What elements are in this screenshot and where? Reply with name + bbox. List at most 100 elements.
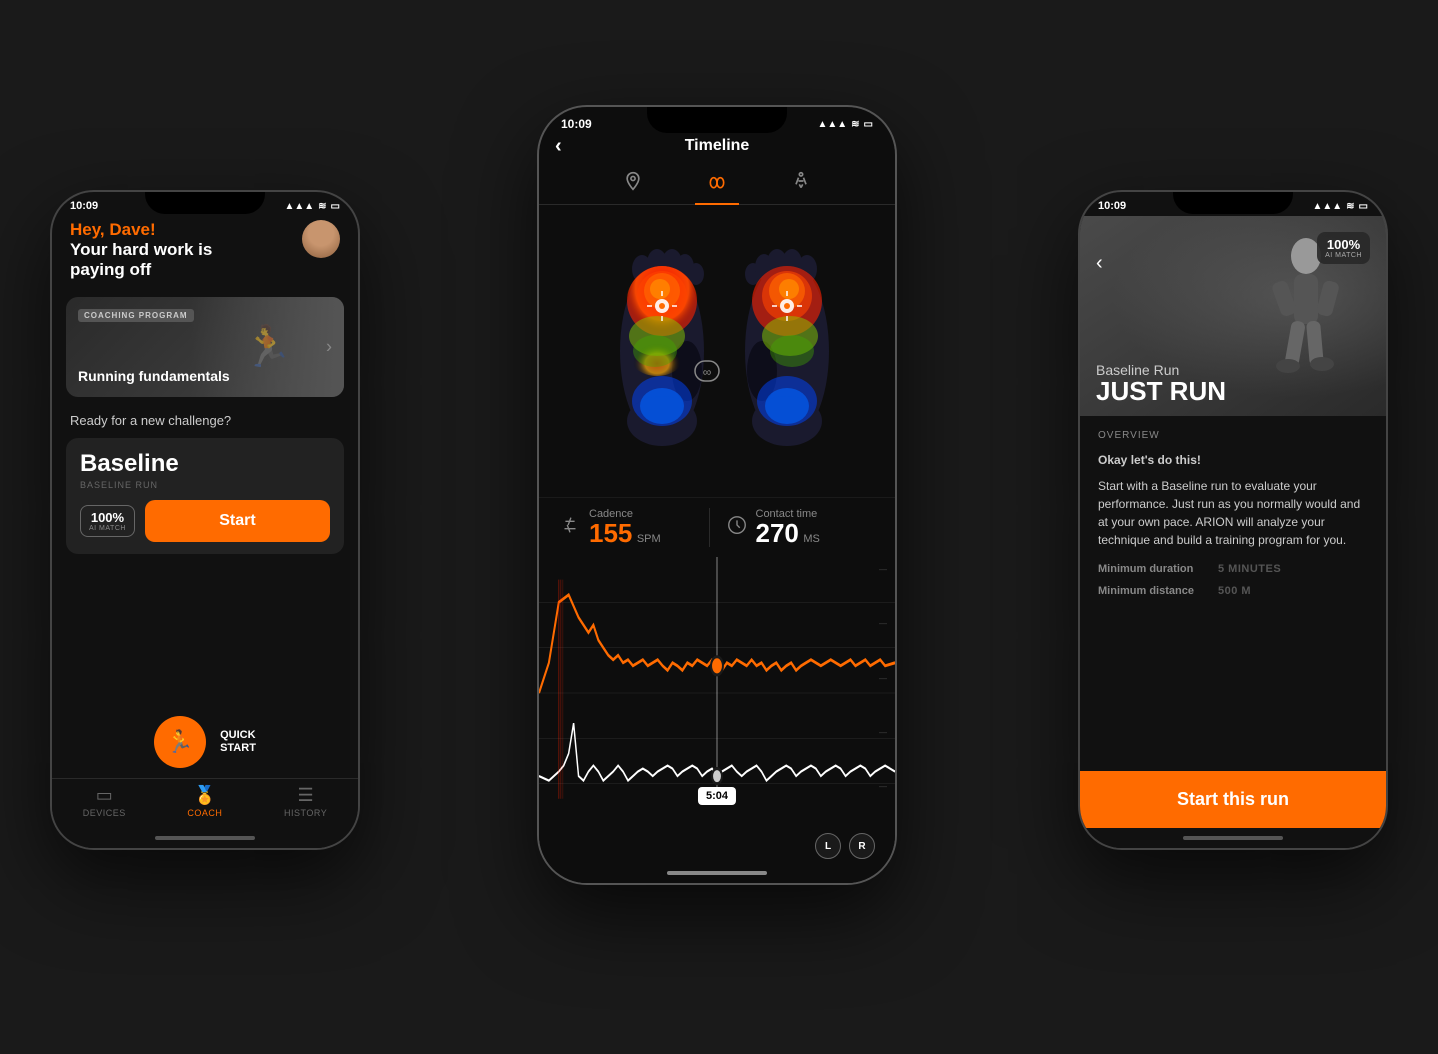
battery-icon: ▭ <box>331 201 340 212</box>
contact-time-icon <box>726 514 748 541</box>
greeting-hey: Hey, Dave! <box>70 220 212 240</box>
min-distance-row: Minimum distance 500 M <box>1098 585 1368 597</box>
wifi-icon-r: ≋ <box>1346 201 1354 212</box>
quick-start-section: 🏃 QUICK START <box>52 716 358 768</box>
cadence-unit: SPM <box>637 533 661 545</box>
cadence-metric: Cadence 155 SPM <box>559 508 709 547</box>
cadence-icon <box>559 514 581 541</box>
home-indicator-center <box>539 863 895 883</box>
tab-runner[interactable] <box>779 165 823 204</box>
chart-grid-ticks: — — — — — <box>879 557 887 799</box>
bottom-nav: ▭ DEVICES 🏅 COACH ☰ HISTORY <box>52 778 358 828</box>
quick-start-button[interactable]: 🏃 <box>154 716 206 768</box>
home-indicator-left <box>52 828 358 848</box>
notch-left <box>145 192 265 214</box>
baseline-title: Baseline <box>80 450 330 478</box>
home-bar-center <box>667 871 767 875</box>
phone-left: 10:09 ▲▲▲ ≋ ▭ Hey, Dave! Your hard work … <box>50 190 360 850</box>
ai-match-hero-label: AI MATCH <box>1325 252 1362 259</box>
ai-match-hero-pct: 100% <box>1325 237 1362 252</box>
overview-section: OVERVIEW Okay let's do this! Start with … <box>1080 416 1386 771</box>
baseline-sub: BASELINE RUN <box>80 480 330 490</box>
hero-text: Baseline Run JUST RUN <box>1096 362 1226 404</box>
baseline-actions: 100% AI MATCH Start <box>80 500 330 542</box>
signal-icon: ▲▲▲ <box>284 201 314 212</box>
coach-icon: 🏅 <box>194 785 216 806</box>
chart-area: — — — — — 5:04 <box>539 557 895 829</box>
status-icons-center: ▲▲▲ ≋ ▭ <box>817 119 873 130</box>
ai-match-hero-badge: 100% AI MATCH <box>1317 232 1370 264</box>
nav-history-label: HISTORY <box>284 808 327 818</box>
status-icons-right: ▲▲▲ ≋ ▭ <box>1312 201 1368 212</box>
devices-icon: ▭ <box>96 785 113 806</box>
min-duration-row: Minimum duration 5 MINUTES <box>1098 563 1368 575</box>
runner-silhouette-icon: 🏃 <box>243 323 293 370</box>
chevron-right-icon: › <box>326 336 332 357</box>
tab-location[interactable] <box>611 165 655 204</box>
greeting-section: Hey, Dave! Your hard work is paying off <box>52 216 358 291</box>
history-icon: ☰ <box>298 785 314 806</box>
min-duration-label: Minimum duration <box>1098 563 1218 575</box>
status-icons-left: ▲▲▲ ≋ ▭ <box>284 201 340 212</box>
nav-coach[interactable]: 🏅 COACH <box>187 785 222 818</box>
phone-center: 10:09 ▲▲▲ ≋ ▭ ‹ Timeline <box>537 105 897 885</box>
signal-icon-r: ▲▲▲ <box>1312 201 1342 212</box>
nav-devices-label: DEVICES <box>83 808 126 818</box>
greeting-subtitle: Your hard work is paying off <box>70 240 212 281</box>
run-icon: 🏃 <box>166 729 193 755</box>
quick-start-label: QUICK START <box>220 729 256 755</box>
battery-icon-r: ▭ <box>1359 201 1368 212</box>
baseline-card: Baseline BASELINE RUN 100% AI MATCH Star… <box>66 438 344 554</box>
wifi-icon-c: ≋ <box>851 119 859 130</box>
overview-ok-text: Okay let's do this! Start with a Baselin… <box>1098 451 1368 549</box>
overview-label: OVERVIEW <box>1098 430 1368 441</box>
lr-indicators: L R <box>539 829 895 863</box>
start-run-button[interactable]: Start this run <box>1080 771 1386 828</box>
center-phone-content: 10:09 ▲▲▲ ≋ ▭ ‹ Timeline <box>539 107 895 883</box>
notch-right <box>1173 192 1293 214</box>
timeline-title: Timeline <box>685 137 750 154</box>
min-duration-value: 5 MINUTES <box>1218 563 1281 575</box>
home-bar-right <box>1183 836 1283 840</box>
hero-run-name: JUST RUN <box>1096 378 1226 404</box>
left-foot-indicator[interactable]: L <box>815 833 841 859</box>
ai-match-badge: 100% AI MATCH <box>80 505 135 537</box>
wifi-icon: ≋ <box>318 201 326 212</box>
start-button[interactable]: Start <box>145 500 330 542</box>
tab-feet[interactable] <box>695 165 739 204</box>
battery-icon-c: ▭ <box>864 119 873 130</box>
min-distance-label: Minimum distance <box>1098 585 1218 597</box>
signal-icon-c: ▲▲▲ <box>817 119 847 130</box>
coaching-bg: 🏃 COACHING PROGRAM Running fundamentals … <box>66 297 344 397</box>
contact-info: Contact time 270 MS <box>756 508 820 547</box>
right-foot-indicator[interactable]: R <box>849 833 875 859</box>
home-indicator-right <box>1080 828 1386 848</box>
nav-history[interactable]: ☰ HISTORY <box>284 785 327 818</box>
timeline-header: ‹ Timeline <box>539 135 895 161</box>
coaching-label: COACHING PROGRAM <box>78 309 194 322</box>
time-right: 10:09 <box>1098 200 1126 212</box>
back-button-right[interactable]: ‹ <box>1096 252 1103 275</box>
phone-right: 10:09 ▲▲▲ ≋ ▭ <box>1078 190 1388 850</box>
home-bar-left <box>155 836 255 840</box>
hero-image: ‹ 100% AI MATCH Baseline Run JUST RUN <box>1080 216 1386 416</box>
svg-text:∞: ∞ <box>703 365 712 379</box>
right-phone-content: 10:09 ▲▲▲ ≋ ▭ <box>1080 192 1386 848</box>
contact-metric: Contact time 270 MS <box>709 508 876 547</box>
time-label: 5:04 <box>698 787 736 805</box>
coaching-card[interactable]: 🏃 COACHING PROGRAM Running fundamentals … <box>66 297 344 397</box>
nav-devices[interactable]: ▭ DEVICES <box>83 785 126 818</box>
contact-unit: MS <box>803 533 820 545</box>
cadence-value: 155 <box>589 518 632 548</box>
metrics-row: Cadence 155 SPM Contact time 270 <box>539 497 895 557</box>
time-left: 10:09 <box>70 200 98 212</box>
avatar <box>302 220 340 258</box>
time-center: 10:09 <box>561 117 592 131</box>
foot-heatmap-svg: ∞ <box>577 231 857 471</box>
phones-container: 10:09 ▲▲▲ ≋ ▭ Hey, Dave! Your hard work … <box>0 0 1438 1054</box>
left-phone-content: 10:09 ▲▲▲ ≋ ▭ Hey, Dave! Your hard work … <box>52 192 358 848</box>
back-button-center[interactable]: ‹ <box>555 135 562 158</box>
greeting-text: Hey, Dave! Your hard work is paying off <box>70 220 212 281</box>
foot-pressure-area: ∞ <box>539 205 895 497</box>
cadence-info: Cadence 155 SPM <box>589 508 661 547</box>
